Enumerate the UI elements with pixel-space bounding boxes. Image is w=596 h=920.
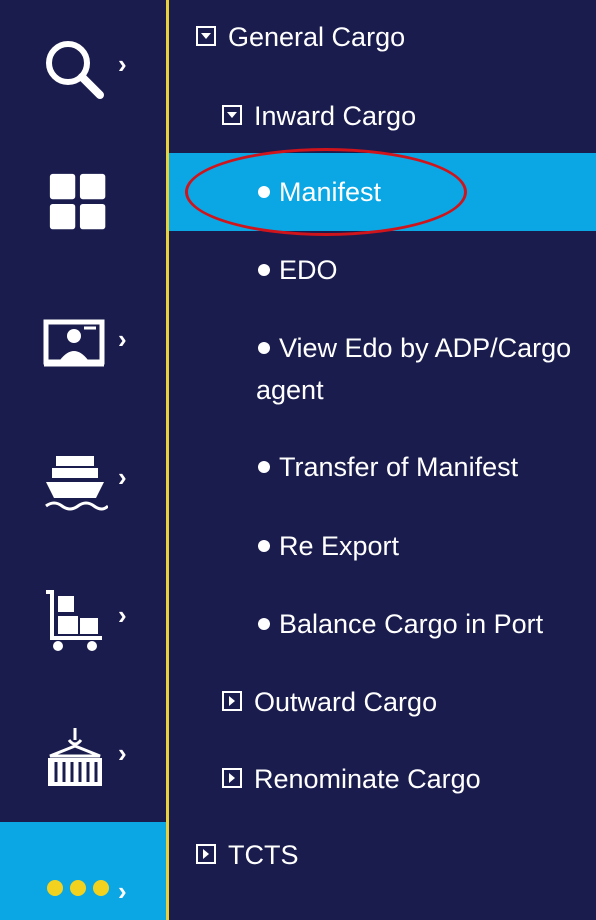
grid-icon [49,173,106,230]
chevron-right-icon: › [118,600,127,630]
chevron-right-icon: › [118,462,127,492]
menu-item-label: EDO [279,255,338,285]
more-dots-icon [47,880,116,901]
rail-item-container[interactable]: › [0,694,166,814]
rail-item-dashboard[interactable] [0,142,166,262]
icon-rail: › › › › › › [0,0,166,920]
chevron-right-icon: › [118,49,127,79]
rail-item-cargo[interactable]: › [0,556,166,676]
bullet-icon [258,264,270,276]
expand-icon[interactable] [196,844,216,864]
container-crane-icon [48,728,102,786]
menu-item-label: Outward Cargo [254,687,438,717]
menu-item-label: Renominate Cargo [254,764,481,794]
rail-item-more[interactable]: › [0,822,166,920]
menu-item-label: Re Export [279,531,400,561]
menu-item-label: TCTS [228,840,299,870]
presenter-icon [43,319,105,367]
ship-icon [45,456,108,511]
menu-item-label: Transfer of Manifest [279,452,519,482]
chevron-right-icon: › [118,738,127,768]
bullet-icon [258,618,270,630]
menu-item-manifest[interactable]: Manifest [169,153,596,231]
menu-item-label: Inward Cargo [254,101,417,131]
menu-item-label: Manifest [279,177,382,207]
bullet-icon [258,540,270,552]
rail-item-training[interactable]: › [0,280,166,400]
menu-item-edo[interactable]: EDO [169,249,596,291]
search-icon [46,41,104,99]
menu-item-label: View Edo by ADP/Cargo agent [256,333,572,405]
cargo-trolley-icon [46,590,102,651]
expand-icon[interactable] [222,691,242,711]
menu-item-label: Balance Cargo in Port [279,609,544,639]
menu-item-outward-cargo[interactable]: Outward Cargo [169,681,596,723]
bullet-icon [258,186,270,198]
rail-item-vessel[interactable]: › [0,418,166,538]
menu-tree: General Cargo Inward Cargo Manifest EDO … [169,0,596,920]
menu-item-re-export[interactable]: Re Export [169,525,596,567]
collapse-icon[interactable] [222,105,242,125]
menu-item-balance-cargo[interactable]: Balance Cargo in Port [169,603,596,645]
bullet-icon [258,461,270,473]
menu-item-label: General Cargo [228,22,406,52]
menu-item-renominate-cargo[interactable]: Renominate Cargo [169,758,596,800]
menu-item-inward-cargo[interactable]: Inward Cargo [169,95,596,137]
menu-item-tcts[interactable]: TCTS [169,834,596,876]
expand-icon[interactable] [222,768,242,788]
chevron-right-icon: › [118,876,127,906]
chevron-right-icon: › [118,324,127,354]
collapse-icon[interactable] [196,26,216,46]
menu-item-view-edo[interactable]: View Edo by ADP/Cargo agent [169,327,596,411]
menu-item-transfer-of-manifest[interactable]: Transfer of Manifest [169,446,596,488]
menu-item-general-cargo[interactable]: General Cargo [169,16,596,58]
rail-item-search[interactable]: › [0,5,166,125]
